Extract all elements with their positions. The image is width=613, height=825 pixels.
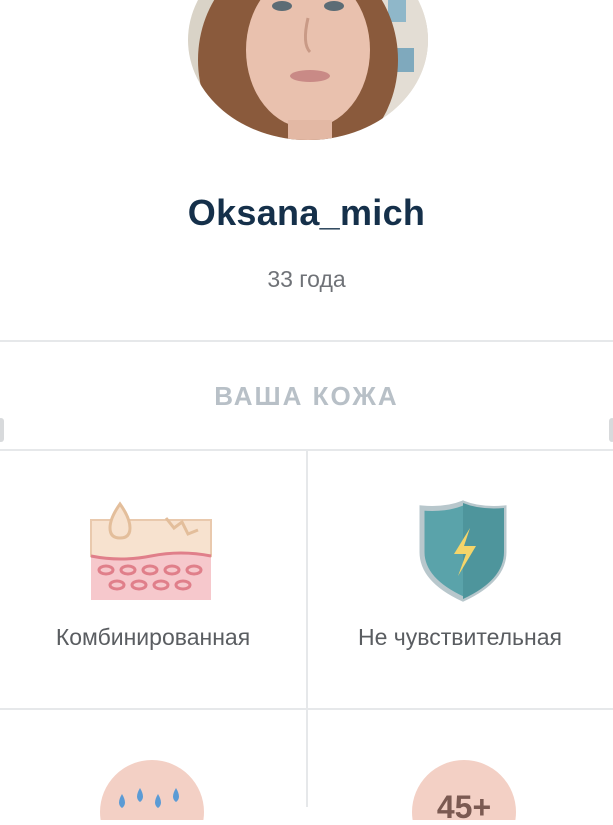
sensitivity-label: Не чувствительная	[358, 624, 562, 650]
age-badge-icon: 45+	[412, 760, 516, 825]
water-drops-icon	[100, 760, 204, 825]
shield-lightning-icon	[418, 500, 508, 607]
combination-skin-icon	[88, 500, 214, 609]
age-badge-text: 45+	[437, 789, 491, 820]
scroll-edge-left	[0, 418, 4, 442]
profile-age: 33 года	[267, 266, 346, 292]
divider	[0, 340, 613, 342]
section-title-skin: ВАША КОЖА	[214, 381, 399, 411]
profile-username: Oksana_mich	[187, 192, 426, 233]
divider	[0, 708, 613, 710]
profile-avatar[interactable]	[188, 0, 428, 140]
scroll-edge-right	[609, 418, 613, 442]
skin-type-label: Комбинированная	[55, 624, 251, 650]
